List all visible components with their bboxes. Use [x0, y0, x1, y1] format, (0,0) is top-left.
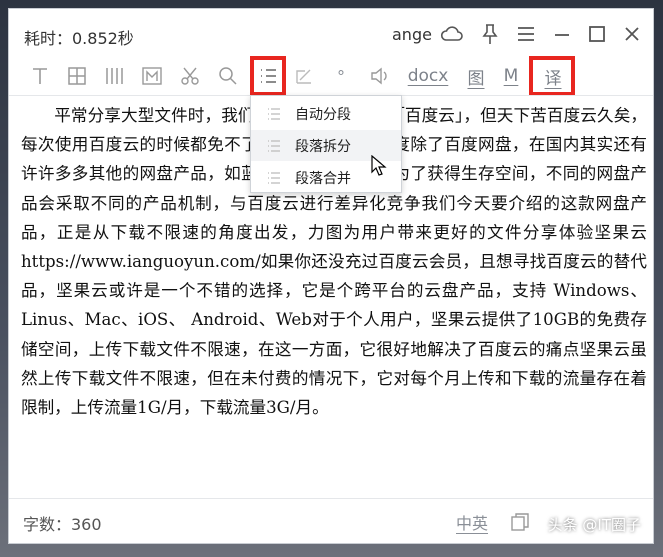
markdown-button[interactable]: M — [499, 61, 523, 91]
menu-item-label: 段落拆分 — [295, 138, 351, 155]
close-icon[interactable] — [619, 21, 645, 47]
user-name[interactable]: ange — [392, 25, 432, 44]
ocr-result-window: 耗时：0.852秒 ange ° docx 图 M 译 平常分享大型文件时，我们… — [8, 8, 654, 544]
toolbar: ° docx 图 M 译 — [9, 56, 653, 96]
language-toggle[interactable]: 中英 — [456, 510, 488, 534]
watermark: 头条 @IT圈子 — [547, 516, 641, 534]
text-format-icon[interactable] — [27, 61, 53, 91]
menu-item-label: 自动分段 — [295, 106, 351, 123]
copy-icon[interactable] — [509, 511, 531, 533]
paragraph-menu: 自动分段 段落拆分 段落合并 — [250, 95, 402, 193]
word-count: 字数：360 — [23, 515, 102, 534]
degree-symbol[interactable]: ° — [331, 61, 351, 91]
edit-icon[interactable] — [291, 61, 317, 91]
export-docx-button[interactable]: docx — [403, 61, 453, 91]
columns-icon[interactable] — [101, 61, 127, 91]
menu-icon[interactable] — [513, 21, 539, 47]
maximize-icon[interactable] — [584, 21, 610, 47]
markdown-box-icon[interactable] — [139, 61, 165, 91]
table-icon[interactable] — [64, 61, 90, 91]
list-icon — [267, 106, 281, 120]
highlight-paragraph — [250, 56, 286, 96]
pin-icon[interactable] — [477, 21, 503, 47]
mouse-cursor-icon — [371, 155, 387, 176]
speaker-icon[interactable] — [365, 61, 395, 91]
status-bar: 字数：360 中英 头条 @IT圈子 — [9, 498, 653, 543]
list-icon — [267, 138, 281, 152]
cloud-icon[interactable] — [439, 21, 465, 47]
search-icon[interactable] — [215, 61, 241, 91]
scissors-icon[interactable] — [175, 61, 205, 91]
elapsed-time-label: 耗时：0.852秒 — [24, 29, 134, 48]
image-button[interactable]: 图 — [463, 61, 489, 91]
highlight-translate — [529, 56, 575, 96]
menu-item-label: 段落合并 — [295, 170, 351, 187]
minimize-icon[interactable] — [549, 21, 575, 47]
menu-item-auto-segment[interactable]: 自动分段 — [251, 98, 401, 129]
title-bar: 耗时：0.852秒 ange — [9, 9, 653, 57]
list-icon — [267, 170, 281, 184]
